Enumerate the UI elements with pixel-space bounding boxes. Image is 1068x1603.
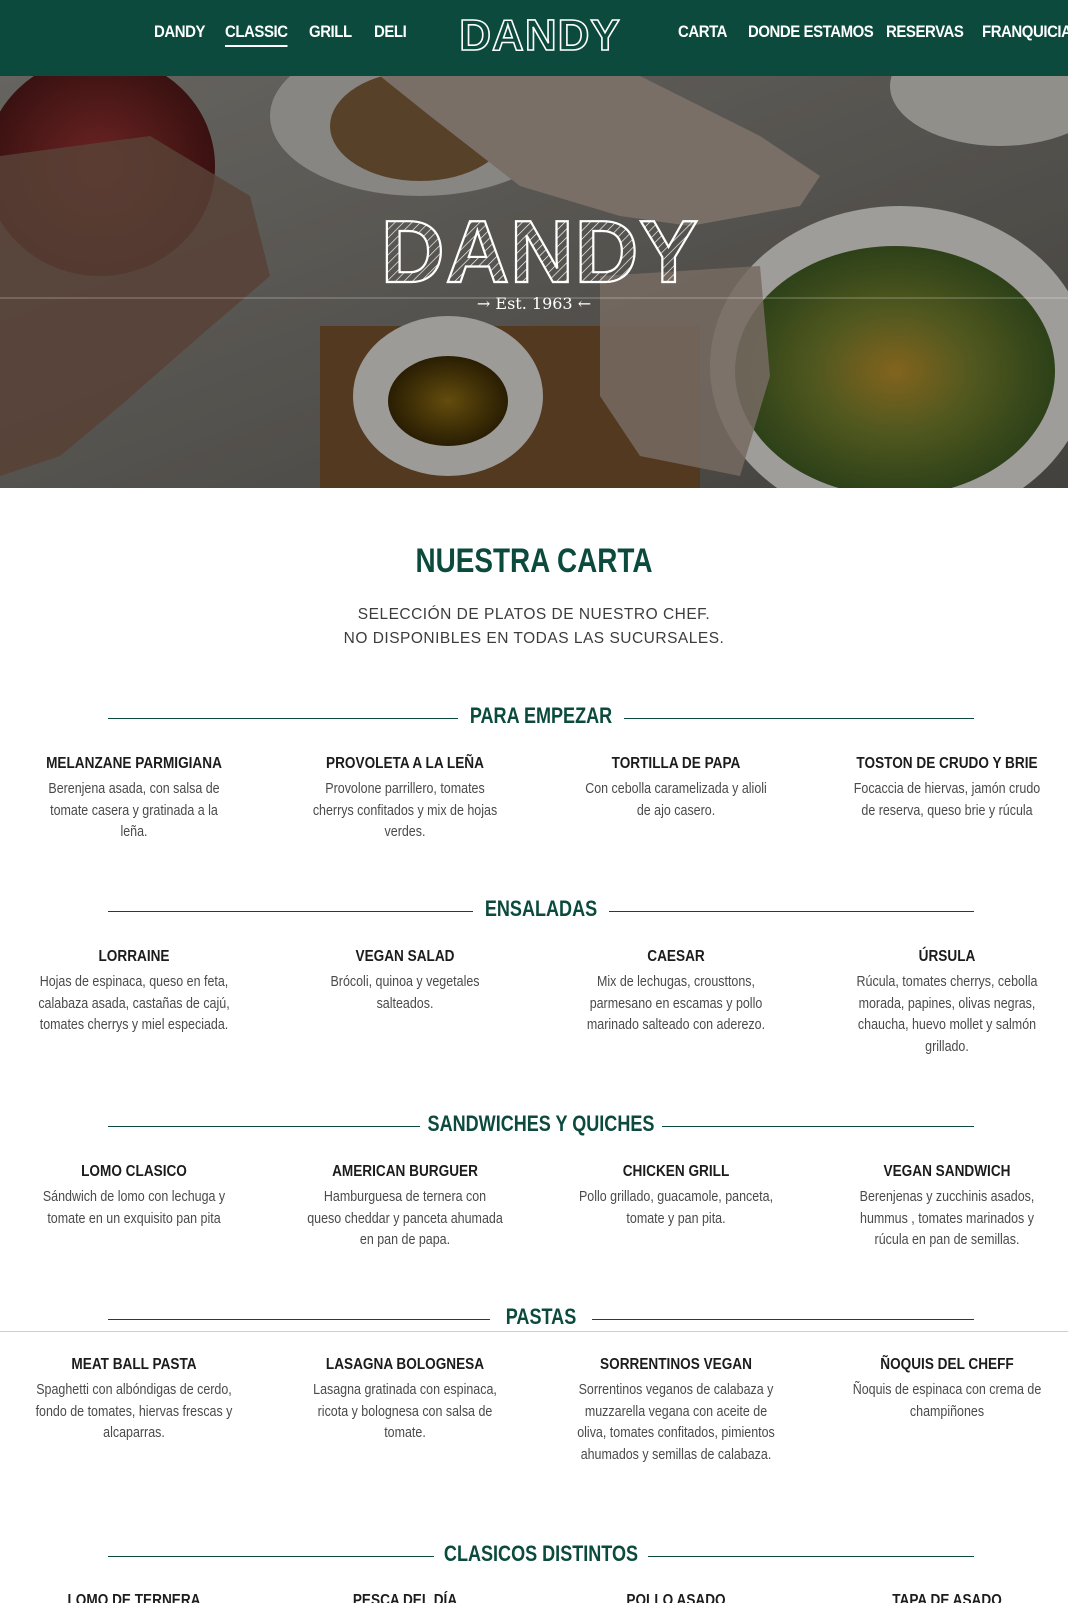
menu-title: NUESTRA CARTA [415, 542, 653, 580]
item-name: TAPA DE ASADO [892, 1592, 1002, 1603]
menu-item: ÑOQUIS DEL CHEFF Ñoquis de espinaca con … [832, 1356, 1062, 1423]
page-divider [0, 1331, 1068, 1332]
dash-right: ← [572, 294, 592, 313]
menu-item: PESCA DEL DÍA [290, 1592, 520, 1603]
item-name: TORTILLA DE PAPA [611, 755, 741, 772]
item-name: MEAT BALL PASTA [71, 1356, 197, 1373]
item-name: LORRAINE [98, 948, 170, 965]
nav-link-classic[interactable]: CLASSIC [225, 22, 288, 47]
item-name: LOMO DE TERNERA [67, 1592, 201, 1603]
menu-item: VEGAN SANDWICH Berenjenas y zucchinis as… [832, 1163, 1062, 1252]
item-description: Rúcula, tomates cherrys, cebolla morada,… [856, 974, 1038, 1055]
hero-banner: DANDY → Est. 1963 ← [0, 76, 1068, 488]
item-description: Hamburguesa de ternera con queso cheddar… [307, 1189, 503, 1248]
menu-item: CHICKEN GRILL Pollo grillado, guacamole,… [561, 1163, 791, 1230]
item-description: Spaghetti con albóndigas de cerdo, fondo… [35, 1382, 233, 1441]
divider-line [662, 1126, 974, 1127]
item-name: ÑOQUIS DEL CHEFF [880, 1356, 1014, 1373]
menu-item: CAESAR Mix de lechugas, crousttons, parm… [561, 948, 791, 1037]
divider-line [609, 911, 974, 912]
menu-subtitle-line-2: NO DISPONIBLES EN TODAS LAS SUCURSALES. [343, 630, 725, 647]
item-name: VEGAN SALAD [355, 948, 455, 965]
top-navigation: DANDY CLASSIC GRILL DELI DANDY CARTA DON… [0, 0, 1068, 76]
divider-line [624, 718, 974, 719]
menu-item: TORTILLA DE PAPA Con cebolla caramelizad… [561, 755, 791, 822]
established-text: Est. 1963 [495, 294, 573, 313]
nav-link-dandy[interactable]: DANDY [154, 22, 205, 42]
item-description: Berenjenas y zucchinis asados, hummus , … [859, 1189, 1035, 1248]
item-name: PESCA DEL DÍA [352, 1592, 458, 1603]
nav-link-grill[interactable]: GRILL [309, 22, 352, 42]
item-name: MELANZANE PARMIGIANA [46, 755, 222, 772]
item-description: Con cebolla caramelizada y alioli de ajo… [585, 781, 767, 819]
item-name: PROVOLETA A LA LEÑA [326, 755, 484, 772]
category-header: ENSALADAS [108, 896, 974, 926]
menu-subtitle-line-1: SELECCIÓN DE PLATOS DE NUESTRO CHEF. [357, 606, 711, 623]
dash-left: → [476, 294, 496, 313]
category-title: SANDWICHES Y QUICHES [427, 1111, 655, 1136]
item-description: Lasagna gratinada con espinaca, ricota y… [313, 1382, 497, 1441]
item-description: Sándwich de lomo con lechuga y tomate en… [42, 1189, 226, 1227]
category-header: PARA EMPEZAR [108, 703, 974, 733]
item-description: Provolone parrillero, tomates cherrys co… [312, 781, 498, 840]
menu-item: POLLO ASADO [561, 1592, 791, 1603]
item-name: AMERICAN BURGUER [332, 1163, 478, 1180]
nav-link-donde-estamos[interactable]: DONDE ESTAMOS [748, 22, 874, 42]
item-description: Ñoquis de espinaca con crema de champiño… [852, 1382, 1042, 1420]
item-name: LASAGNA BOLOGNESA [325, 1356, 485, 1373]
nav-logo-text: DANDY [459, 11, 620, 58]
menu-item: LOMO DE TERNERA [19, 1592, 249, 1603]
hero-dandy-logo: DANDY [380, 206, 699, 296]
category-title: CLASICOS DISTINTOS [443, 1541, 639, 1566]
item-name: TOSTON DE CRUDO Y BRIE [856, 755, 1038, 772]
menu-item: LOMO CLASICO Sándwich de lomo con lechug… [19, 1163, 249, 1230]
item-name: CAESAR [647, 948, 705, 965]
item-description: Mix de lechugas, crousttons, parmesano e… [586, 974, 766, 1033]
category-title: PARA EMPEZAR [469, 703, 613, 728]
item-name: LOMO CLASICO [81, 1163, 187, 1180]
divider-line [648, 1556, 974, 1557]
item-name: POLLO ASADO [626, 1592, 726, 1603]
menu-item: AMERICAN BURGUER Hamburguesa de ternera … [290, 1163, 520, 1252]
item-description: Focaccia de hiervas, jamón crudo de rese… [853, 781, 1041, 819]
item-name: CHICKEN GRILL [622, 1163, 730, 1180]
menu-item: SORRENTINOS VEGAN Sorrentinos veganos de… [561, 1356, 791, 1466]
hero-established: → Est. 1963 ← [0, 294, 1068, 313]
menu-item: TOSTON DE CRUDO Y BRIE Focaccia de hierv… [832, 755, 1062, 822]
category-header: CLASICOS DISTINTOS [108, 1541, 974, 1571]
item-description: Brócoli, quinoa y vegetales salteados. [330, 974, 480, 1012]
category-header: PASTAS [108, 1304, 974, 1334]
menu-item: VEGAN SALAD Brócoli, quinoa y vegetales … [290, 948, 520, 1015]
item-name: SORRENTINOS VEGAN [600, 1356, 752, 1373]
menu-item: ÚRSULA Rúcula, tomates cherrys, cebolla … [832, 948, 1062, 1058]
item-description: Sorrentinos veganos de calabaza y muzzar… [577, 1382, 775, 1463]
item-description: Hojas de espinaca, queso en feta, calaba… [38, 974, 230, 1033]
item-name: ÚRSULA [918, 948, 976, 965]
menu-item: MELANZANE PARMIGIANA Berenjena asada, co… [19, 755, 249, 844]
category-title: PASTAS [505, 1304, 577, 1329]
nav-link-reservas[interactable]: RESERVAS [886, 22, 964, 42]
divider-line [592, 1319, 974, 1320]
nav-link-franquicias[interactable]: FRANQUICIAS [982, 22, 1068, 42]
dandy-logo[interactable]: DANDY [450, 10, 630, 58]
nav-link-carta[interactable]: CARTA [678, 22, 727, 42]
hero-logo-text: DANDY [381, 206, 699, 296]
category-title: ENSALADAS [484, 896, 598, 921]
item-name: VEGAN SANDWICH [883, 1163, 1011, 1180]
nav-link-deli[interactable]: DELI [374, 22, 407, 42]
item-description: Berenjena asada, con salsa de tomate cas… [48, 781, 220, 840]
menu-item: LORRAINE Hojas de espinaca, queso en fet… [19, 948, 249, 1037]
menu-item: TAPA DE ASADO [832, 1592, 1062, 1603]
item-description: Pollo grillado, guacamole, panceta, toma… [578, 1189, 774, 1227]
menu-item: LASAGNA BOLOGNESA Lasagna gratinada con … [290, 1356, 520, 1445]
menu-item: MEAT BALL PASTA Spaghetti con albóndigas… [19, 1356, 249, 1445]
menu-item: PROVOLETA A LA LEÑA Provolone parrillero… [290, 755, 520, 844]
category-header: SANDWICHES Y QUICHES [108, 1111, 974, 1141]
